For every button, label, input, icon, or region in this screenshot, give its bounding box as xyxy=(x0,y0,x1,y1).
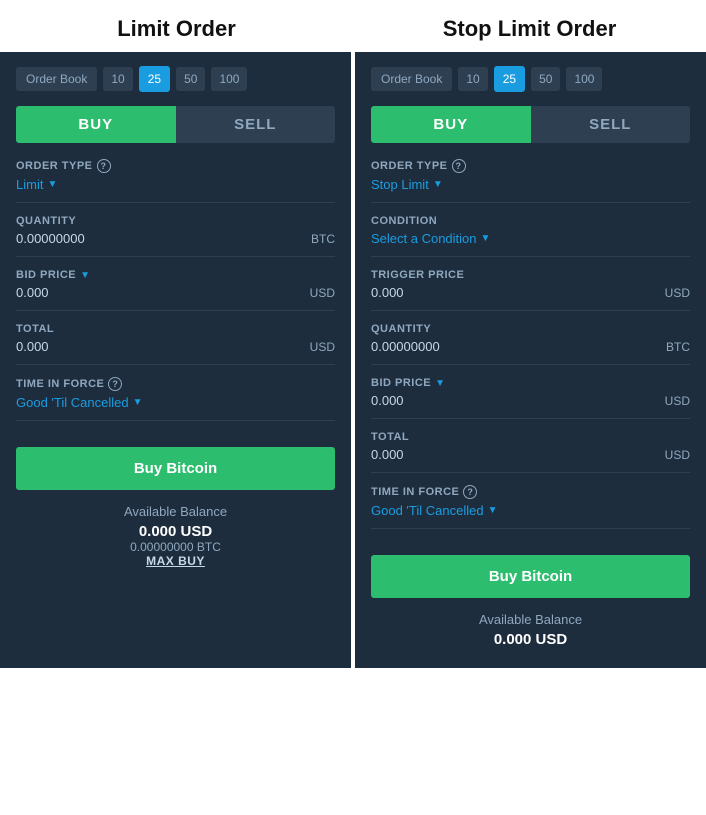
time-in-force-dropdown[interactable]: Good 'Til Cancelled ▼ xyxy=(16,395,335,410)
stop-quantity-value[interactable]: 0.00000000 xyxy=(371,339,440,354)
stop-available-balance-label: Available Balance xyxy=(371,612,690,627)
stop-time-in-force-group: TIME IN FORCE ? Good 'Til Cancelled ▼ xyxy=(371,485,690,529)
limit-order-title: Limit Order xyxy=(0,0,353,52)
condition-chevron-icon: ▼ xyxy=(481,233,491,244)
orderbook-option-10[interactable]: 10 xyxy=(103,67,132,91)
total-label: TOTAL xyxy=(16,323,335,335)
stop-orderbook-row: Order Book 10 25 50 100 xyxy=(371,66,690,92)
total-unit: USD xyxy=(310,340,335,354)
stop-time-in-force-label: TIME IN FORCE ? xyxy=(371,485,690,499)
trigger-price-group: TRIGGER PRICE 0.000 USD xyxy=(371,269,690,311)
order-type-dropdown[interactable]: Limit ▼ xyxy=(16,177,335,192)
stop-orderbook-option-10[interactable]: 10 xyxy=(458,67,487,91)
limit-order-panel: Order Book 10 25 50 100 BUY SELL ORDER T… xyxy=(0,52,355,668)
bid-price-unit: USD xyxy=(310,286,335,300)
bid-price-chevron-icon: ▼ xyxy=(80,270,90,281)
time-in-force-help-icon[interactable]: ? xyxy=(108,377,122,391)
quantity-unit: BTC xyxy=(311,232,335,246)
stop-order-type-dropdown[interactable]: Stop Limit ▼ xyxy=(371,177,690,192)
stop-total-label: TOTAL xyxy=(371,431,690,443)
bid-price-group: BID PRICE ▼ 0.000 USD xyxy=(16,269,335,311)
orderbook-option-25[interactable]: 25 xyxy=(139,66,170,92)
sell-button[interactable]: SELL xyxy=(176,106,336,143)
trigger-price-value[interactable]: 0.000 xyxy=(371,285,404,300)
trigger-price-label: TRIGGER PRICE xyxy=(371,269,690,281)
condition-label: CONDITION xyxy=(371,215,690,227)
bid-price-value[interactable]: 0.000 xyxy=(16,285,49,300)
stop-orderbook-label: Order Book xyxy=(371,67,452,91)
quantity-value[interactable]: 0.00000000 xyxy=(16,231,85,246)
available-balance-label: Available Balance xyxy=(16,504,335,519)
stop-bid-price-group: BID PRICE ▼ 0.000 USD xyxy=(371,377,690,419)
quantity-label: QUANTITY xyxy=(16,215,335,227)
orderbook-option-100[interactable]: 100 xyxy=(211,67,247,91)
stop-orderbook-option-50[interactable]: 50 xyxy=(531,67,560,91)
stop-total-unit: USD xyxy=(665,448,690,462)
stop-bid-price-dropdown[interactable]: BID PRICE ▼ xyxy=(371,377,446,389)
buy-bitcoin-button[interactable]: Buy Bitcoin xyxy=(16,447,335,490)
stop-bid-price-label: BID PRICE ▼ xyxy=(371,377,690,389)
order-type-chevron-icon: ▼ xyxy=(47,179,57,190)
stop-order-type-label: ORDER TYPE ? xyxy=(371,159,690,173)
stop-order-type-group: ORDER TYPE ? Stop Limit ▼ xyxy=(371,159,690,203)
buy-button[interactable]: BUY xyxy=(16,106,176,143)
bid-price-value-row: 0.000 USD xyxy=(16,285,335,300)
stop-time-in-force-dropdown[interactable]: Good 'Til Cancelled ▼ xyxy=(371,503,690,518)
stop-bid-price-value[interactable]: 0.000 xyxy=(371,393,404,408)
stop-buy-bitcoin-button[interactable]: Buy Bitcoin xyxy=(371,555,690,598)
buysell-row: BUY SELL xyxy=(16,106,335,143)
condition-dropdown[interactable]: Select a Condition ▼ xyxy=(371,231,690,246)
stop-orderbook-option-100[interactable]: 100 xyxy=(566,67,602,91)
quantity-value-row: 0.00000000 BTC xyxy=(16,231,335,246)
stop-quantity-value-row: 0.00000000 BTC xyxy=(371,339,690,354)
total-group: TOTAL 0.000 USD xyxy=(16,323,335,365)
quantity-group: QUANTITY 0.00000000 BTC xyxy=(16,215,335,257)
stop-total-value-row: 0.000 USD xyxy=(371,447,690,462)
stop-time-in-force-chevron-icon: ▼ xyxy=(488,505,498,516)
condition-group: CONDITION Select a Condition ▼ xyxy=(371,215,690,257)
orderbook-option-50[interactable]: 50 xyxy=(176,67,205,91)
btc-balance: 0.00000000 BTC xyxy=(16,540,335,554)
balance-section: Available Balance 0.000 USD 0.00000000 B… xyxy=(16,504,335,568)
stop-balance-section: Available Balance 0.000 USD xyxy=(371,612,690,648)
max-buy-link[interactable]: MAX BUY xyxy=(16,554,335,568)
bid-price-dropdown[interactable]: BID PRICE ▼ xyxy=(16,269,91,281)
total-value[interactable]: 0.000 xyxy=(16,339,49,354)
stop-quantity-unit: BTC xyxy=(666,340,690,354)
stop-total-group: TOTAL 0.000 USD xyxy=(371,431,690,473)
total-value-row: 0.000 USD xyxy=(16,339,335,354)
stop-order-type-chevron-icon: ▼ xyxy=(433,179,443,190)
time-in-force-chevron-icon: ▼ xyxy=(133,397,143,408)
time-in-force-group: TIME IN FORCE ? Good 'Til Cancelled ▼ xyxy=(16,377,335,421)
bid-price-label: BID PRICE ▼ xyxy=(16,269,335,281)
time-in-force-label: TIME IN FORCE ? xyxy=(16,377,335,391)
stop-limit-order-panel: Order Book 10 25 50 100 BUY SELL ORDER T… xyxy=(355,52,706,668)
orderbook-row: Order Book 10 25 50 100 xyxy=(16,66,335,92)
order-type-label: ORDER TYPE ? xyxy=(16,159,335,173)
stop-bid-price-value-row: 0.000 USD xyxy=(371,393,690,408)
stop-quantity-group: QUANTITY 0.00000000 BTC xyxy=(371,323,690,365)
stop-usd-balance: 0.000 USD xyxy=(371,631,690,648)
stop-order-type-help-icon[interactable]: ? xyxy=(452,159,466,173)
order-type-help-icon[interactable]: ? xyxy=(97,159,111,173)
stop-quantity-label: QUANTITY xyxy=(371,323,690,335)
stop-time-in-force-help-icon[interactable]: ? xyxy=(463,485,477,499)
stop-bid-price-chevron-icon: ▼ xyxy=(435,378,445,389)
stop-bid-price-unit: USD xyxy=(665,394,690,408)
trigger-price-value-row: 0.000 USD xyxy=(371,285,690,300)
stop-sell-button[interactable]: SELL xyxy=(531,106,691,143)
order-type-group: ORDER TYPE ? Limit ▼ xyxy=(16,159,335,203)
stop-orderbook-option-25[interactable]: 25 xyxy=(494,66,525,92)
orderbook-label: Order Book xyxy=(16,67,97,91)
stop-buysell-row: BUY SELL xyxy=(371,106,690,143)
stop-total-value[interactable]: 0.000 xyxy=(371,447,404,462)
stop-buy-button[interactable]: BUY xyxy=(371,106,531,143)
usd-balance: 0.000 USD xyxy=(16,523,335,540)
trigger-price-unit: USD xyxy=(665,286,690,300)
stop-limit-order-title: Stop Limit Order xyxy=(353,0,706,52)
